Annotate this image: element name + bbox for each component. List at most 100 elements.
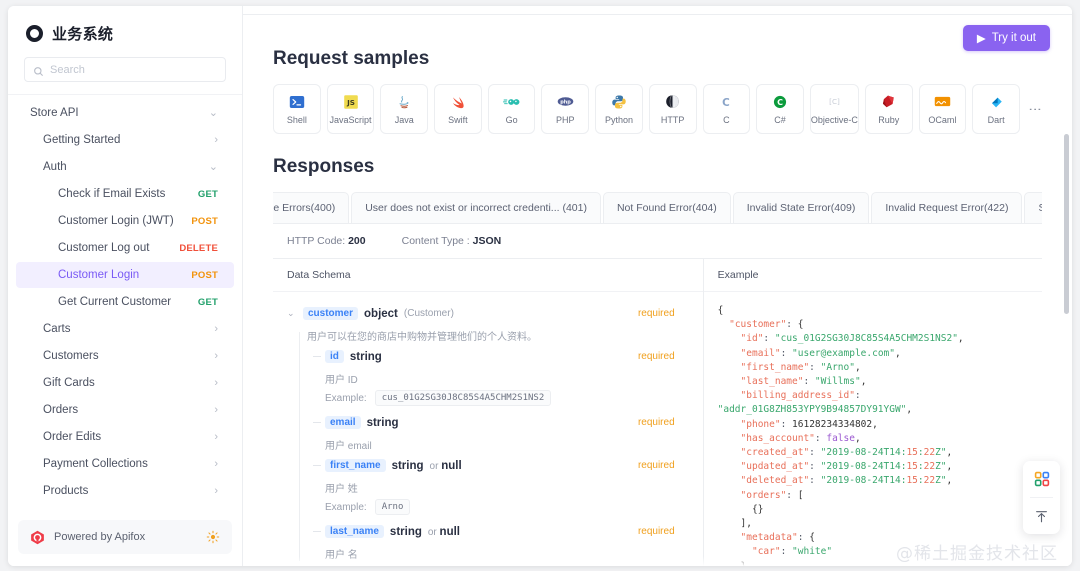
schema-row[interactable]: last_name string or null required — [313, 522, 689, 541]
sidebar-item-carts[interactable]: Carts › — [16, 316, 234, 342]
language-tab-label: HTTP — [660, 115, 685, 125]
brand: 业务系统 — [8, 6, 242, 54]
sidebar-item-label: Customer Log out — [58, 242, 150, 254]
language-tab-ruby[interactable]: Ruby — [864, 84, 913, 134]
sidebar-item-order-edits[interactable]: Order Edits › — [16, 424, 234, 450]
chevron-right-icon[interactable]: › — [214, 377, 218, 389]
response-tab[interactable]: Not Found Error(404) — [602, 192, 731, 223]
response-tab[interactable]: Invalid Request Error(422) — [871, 192, 1023, 223]
chevron-right-icon[interactable]: › — [214, 485, 218, 497]
schema-row[interactable]: id string required — [313, 347, 689, 366]
language-tab-label: Shell — [286, 115, 307, 125]
sidebar-item-payment-collections[interactable]: Payment Collections › — [16, 451, 234, 477]
language-tab-ocaml[interactable]: OCaml — [918, 84, 967, 134]
example-value: cus_01G2SG30J8C85S4A5CHM2S1NS2 — [374, 390, 552, 406]
chevron-right-icon[interactable]: › — [214, 404, 218, 416]
php-icon: php — [557, 93, 574, 110]
language-tab-swift[interactable]: Swift — [434, 84, 482, 134]
search-box[interactable] — [24, 57, 226, 82]
required-badge: required — [637, 308, 675, 319]
chevron-right-icon[interactable]: › — [214, 350, 218, 362]
sidebar-item-label: Getting Started — [43, 134, 121, 146]
search-input[interactable] — [50, 63, 217, 76]
response-tab[interactable]: Invalid State Error(409) — [732, 192, 870, 223]
chevron-right-icon[interactable]: › — [214, 458, 218, 470]
schema-example-row: Example: cus_01G2SG30J8C85S4A5CHM2S1NS2 — [325, 390, 689, 406]
schema-row[interactable]: ⌄ customer object (Customer) required — [287, 304, 689, 323]
sidebar-item-label: Orders — [43, 404, 79, 416]
response-tab[interactable]: Multiple Errors(400) — [273, 192, 350, 223]
theme-toggle-sun-icon[interactable] — [206, 530, 220, 544]
sidebar-item-customer-log-out[interactable]: Customer Log out DELETE — [16, 235, 234, 261]
go-icon — [503, 93, 520, 110]
data-schema-header: Data Schema — [273, 259, 703, 292]
chevron-right-icon[interactable]: › — [214, 431, 218, 443]
sidebar-item-label: Customers — [43, 350, 99, 362]
chevron-down-icon[interactable]: ⌄ — [209, 107, 218, 119]
grid-apps-icon[interactable] — [1023, 461, 1060, 497]
c-icon: C — [718, 93, 735, 110]
chevron-right-icon[interactable]: › — [214, 134, 218, 146]
language-tab-java[interactable]: Java — [380, 84, 429, 134]
sidebar-item-get-current-customer[interactable]: Get Current Customer GET — [16, 289, 234, 315]
sidebar: 业务系统 Store API ⌄ Getting Started › Auth ⌄ Chec… — [8, 6, 243, 566]
http-method-badge: GET — [197, 296, 218, 308]
tree-tick — [313, 531, 321, 532]
ocaml-icon — [934, 93, 951, 110]
language-tab-go[interactable]: Go — [487, 84, 536, 134]
sidebar-item-store-api[interactable]: Store API ⌄ — [16, 100, 234, 126]
sidebar-item-label: Gift Cards — [43, 377, 95, 389]
sidebar-item-products[interactable]: Products › — [16, 478, 234, 504]
language-tab-python[interactable]: Python — [595, 84, 643, 134]
content-type-value: JSON — [472, 235, 502, 247]
sidebar-item-check-if-email-exists[interactable]: Check if Email Exists GET — [16, 181, 234, 207]
more-languages-icon[interactable]: ⋮ — [1028, 103, 1043, 116]
language-tab-php[interactable]: php PHP — [541, 84, 590, 134]
sidebar-item-customers[interactable]: Customers › — [16, 343, 234, 369]
scroll-to-top-icon[interactable] — [1023, 498, 1060, 534]
schema-key: email — [325, 416, 361, 429]
http-code-label: HTTP Code: — [287, 235, 346, 247]
chevron-right-icon[interactable]: › — [214, 323, 218, 335]
sidebar-item-orders[interactable]: Orders › — [16, 397, 234, 423]
brand-title: 业务系统 — [52, 26, 114, 43]
schema-type-modifier: or null — [427, 525, 460, 538]
sidebar-item-auth[interactable]: Auth ⌄ — [16, 154, 234, 180]
http-method-badge: DELETE — [179, 242, 218, 254]
language-tab-label: Python — [604, 115, 633, 125]
language-tab-c[interactable]: CC — [702, 84, 751, 134]
language-tab-label: JavaScript — [329, 115, 372, 125]
csharp-icon: C — [772, 93, 789, 110]
response-tab[interactable]: User does not exist or incorrect credent… — [351, 192, 601, 223]
python-icon — [610, 93, 627, 110]
language-tab-javascript[interactable]: JS JavaScript — [326, 84, 375, 134]
chevron-down-icon[interactable]: ⌄ — [209, 161, 218, 173]
vertical-scrollbar-thumb[interactable] — [1064, 134, 1069, 314]
language-tab-c[interactable]: C C# — [756, 84, 804, 134]
chevron-down-icon[interactable]: ⌄ — [287, 308, 297, 319]
sidebar-item-getting-started[interactable]: Getting Started › — [16, 127, 234, 153]
example-value: Arno — [374, 499, 411, 515]
response-meta-row: HTTP Code: 200 Content Type : JSON — [273, 224, 1042, 259]
example-json-code: { "customer": { "id": "cus_01G2SG30J8C85… — [717, 305, 964, 566]
language-tab-dart[interactable]: Dart — [972, 84, 1020, 134]
language-tab-http[interactable]: HTTP — [648, 84, 697, 134]
objectivec-icon: [C] — [826, 93, 843, 110]
response-tab[interactable]: Server Error(500) — [1024, 192, 1042, 223]
sidebar-item-customer-login[interactable]: Customer Login POST — [16, 262, 234, 288]
tree-tick — [313, 422, 321, 423]
sidebar-item-gift-cards[interactable]: Gift Cards › — [16, 370, 234, 396]
schema-type: string — [349, 350, 382, 363]
schema-row[interactable]: email string required — [313, 413, 689, 432]
schema-row[interactable]: first_name string or null required — [313, 456, 689, 475]
language-tab-shell[interactable]: Shell — [273, 84, 321, 134]
language-tab-label: Ruby — [878, 115, 900, 125]
sidebar-item-product-variants[interactable]: Product Variants› — [16, 505, 234, 512]
schema-field: first_name string or null required 用户 姓 Examp… — [287, 456, 689, 515]
powered-by-apifox[interactable]: Powered by Apifox — [18, 520, 232, 554]
language-tab-label: Go — [505, 115, 518, 125]
sidebar-item-customer-login-jwt[interactable]: Customer Login (JWT) POST — [16, 208, 234, 234]
svg-text:C: C — [723, 97, 731, 109]
schema-key: first_name — [325, 459, 386, 472]
language-tab-objective-c[interactable]: [C] Objective-C — [809, 84, 859, 134]
